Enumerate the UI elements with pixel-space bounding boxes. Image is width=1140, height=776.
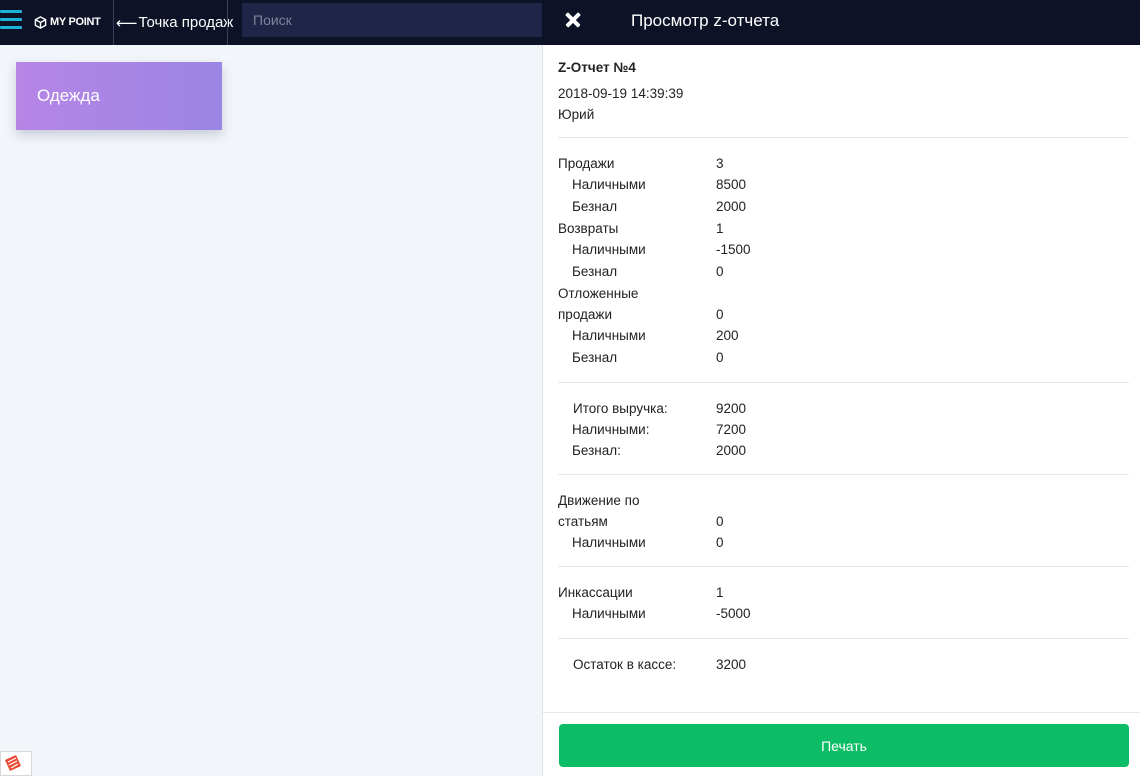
deferred-row: продажи 0	[558, 307, 1129, 328]
divider	[558, 566, 1129, 567]
movements-cash-row: Наличными 0	[558, 535, 1129, 556]
movements-value: 0	[716, 514, 724, 529]
sales-card-label: Безнал	[572, 199, 618, 214]
movements-label-line2: статьям	[558, 514, 608, 529]
widget-icon[interactable]	[0, 751, 32, 776]
encashment-value: 1	[716, 585, 724, 600]
deferred-cash-label: Наличными	[572, 328, 646, 343]
sales-row: Продажи 3	[558, 156, 1129, 177]
movements-row: статьям 0	[558, 514, 1129, 535]
sales-card-row: Безнал 2000	[558, 199, 1129, 220]
total-revenue-value: 9200	[716, 401, 747, 416]
encashment-cash-row: Наличными -5000	[558, 606, 1129, 627]
back-link-label: Точка продаж	[138, 14, 234, 31]
report-date: 2018-09-19 14:39:39	[558, 86, 684, 101]
print-button[interactable]: Печать	[559, 724, 1129, 767]
cube-logo-icon	[34, 15, 47, 29]
cash-balance-value: 3200	[716, 657, 747, 672]
sales-cash-label: Наличными	[572, 177, 646, 192]
deferred-label-row: Отложенные	[558, 286, 1129, 307]
movements-label-line1: Движение по	[558, 493, 640, 508]
total-card-row: Безнал: 2000	[558, 443, 1129, 464]
sales-cash-value: 8500	[716, 177, 747, 192]
total-cash-value: 7200	[716, 422, 747, 437]
deferred-card-row: Безнал 0	[558, 350, 1129, 371]
back-to-point-of-sale-link[interactable]: ⟵ Точка продаж	[116, 0, 233, 45]
returns-cash-row: Наличными -1500	[558, 242, 1129, 263]
divider	[543, 712, 1140, 713]
deferred-value: 0	[716, 307, 724, 322]
z-report-panel: Z-Отчет №4 2018-09-19 14:39:39 Юрий Прод…	[542, 45, 1140, 776]
sales-cash-row: Наличными 8500	[558, 177, 1129, 198]
divider	[558, 638, 1129, 639]
total-cash-row: Наличными: 7200	[558, 422, 1129, 443]
returns-card-value: 0	[716, 264, 724, 279]
returns-cash-value: -1500	[716, 242, 751, 257]
movements-cash-value: 0	[716, 535, 724, 550]
logo-text: MY POINT	[50, 16, 101, 28]
total-revenue-label: Итого выручка:	[573, 401, 668, 416]
total-cash-label: Наличными:	[572, 422, 650, 437]
divider	[558, 382, 1129, 383]
returns-value: 1	[716, 221, 724, 236]
divider	[558, 474, 1129, 475]
cash-balance-row: Остаток в кассе: 3200	[558, 657, 1129, 678]
returns-card-row: Безнал 0	[558, 264, 1129, 285]
encashment-row: Инкассации 1	[558, 585, 1129, 606]
returns-row: Возвраты 1	[558, 221, 1129, 242]
arrow-left-icon: ⟵	[116, 14, 138, 32]
encashment-cash-value: -5000	[716, 606, 751, 621]
category-tile-clothing[interactable]: Одежда	[16, 62, 222, 130]
top-bar: MY POINT ⟵ Точка продаж Просмотр z-отчет…	[0, 0, 1140, 45]
total-revenue-row: Итого выручка: 9200	[558, 401, 1129, 422]
sales-value: 3	[716, 156, 724, 171]
returns-cash-label: Наличными	[572, 242, 646, 257]
sales-label: Продажи	[558, 156, 615, 171]
returns-label: Возвраты	[558, 221, 619, 236]
movements-cash-label: Наличными	[572, 535, 646, 550]
returns-card-label: Безнал	[572, 264, 618, 279]
panel-title: Просмотр z-отчета	[631, 11, 780, 30]
sales-card-value: 2000	[716, 199, 747, 214]
encashment-label: Инкассации	[558, 585, 633, 600]
cash-balance-label: Остаток в кассе:	[573, 657, 677, 672]
report-title: Z-Отчет №4	[558, 60, 636, 75]
brand-widget-icon	[5, 755, 21, 771]
deferred-cash-value: 200	[716, 328, 739, 343]
deferred-cash-row: Наличными 200	[558, 328, 1129, 349]
encashment-cash-label: Наличными	[572, 606, 646, 621]
menu-icon[interactable]	[0, 10, 22, 32]
close-icon[interactable]	[563, 9, 583, 31]
total-card-label: Безнал:	[572, 443, 621, 458]
deferred-label-line2: продажи	[558, 307, 612, 322]
total-card-value: 2000	[716, 443, 747, 458]
app-logo[interactable]: MY POINT	[34, 12, 101, 32]
search-input[interactable]	[242, 3, 542, 37]
divider	[227, 0, 228, 45]
deferred-card-value: 0	[716, 350, 724, 365]
divider	[558, 137, 1129, 138]
deferred-card-label: Безнал	[572, 350, 618, 365]
movements-label-row: Движение по	[558, 493, 1129, 514]
report-user: Юрий	[558, 107, 595, 122]
divider	[113, 0, 114, 45]
deferred-label-line1: Отложенные	[558, 286, 639, 301]
